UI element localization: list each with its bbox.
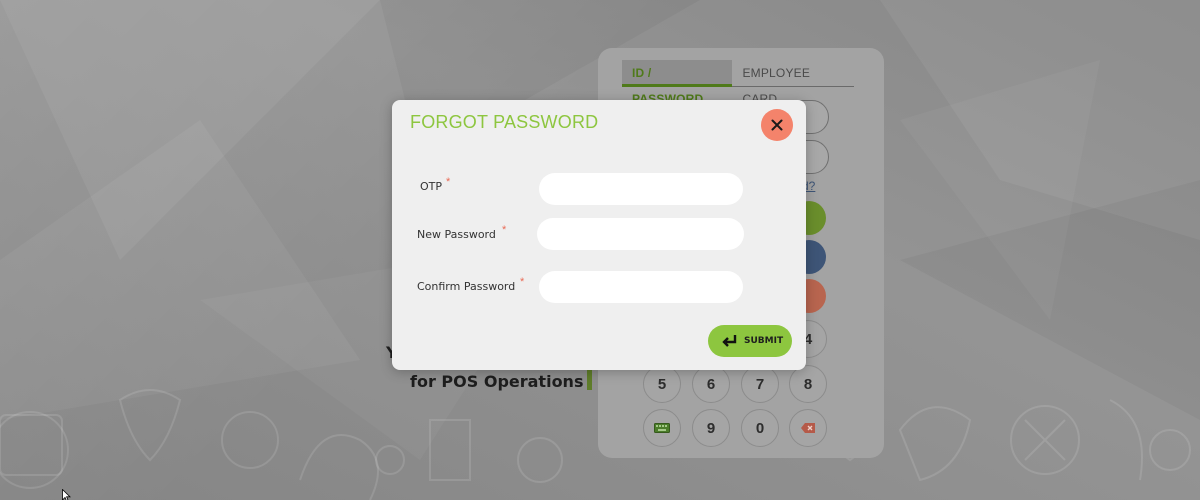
- forgot-password-modal: FORGOT PASSWORD OTP * New Password * Con…: [392, 100, 806, 370]
- mouse-cursor-icon: [62, 489, 71, 500]
- keypad-key-9[interactable]: 9: [692, 409, 730, 447]
- enter-icon: [722, 335, 737, 347]
- side-accent-bar: [587, 370, 592, 390]
- keypad-key-8[interactable]: 8: [789, 365, 827, 403]
- submit-button[interactable]: SUBMIT: [708, 325, 792, 357]
- new-password-input[interactable]: [537, 218, 744, 250]
- otp-label: OTP: [420, 180, 443, 193]
- keypad-keyboard-key[interactable]: [643, 409, 681, 447]
- otp-input[interactable]: [539, 173, 743, 205]
- login-tabs: ID / PASSWORD EMPLOYEE CARD: [622, 60, 854, 106]
- confirm-password-required-mark: *: [520, 276, 525, 288]
- confirm-password-input[interactable]: [539, 271, 743, 303]
- keypad-key-0[interactable]: 0: [741, 409, 779, 447]
- keypad-key-7[interactable]: 7: [741, 365, 779, 403]
- new-password-label: New Password: [417, 228, 496, 241]
- new-password-required-mark: *: [502, 224, 507, 236]
- submit-label: SUBMIT: [744, 336, 784, 346]
- close-button[interactable]: [761, 109, 793, 141]
- side-subheading: for POS Operations: [410, 372, 584, 391]
- keyboard-icon: [654, 423, 670, 433]
- keypad-key-6[interactable]: 6: [692, 365, 730, 403]
- tab-id-password[interactable]: ID / PASSWORD: [622, 60, 733, 106]
- close-icon: [771, 119, 783, 131]
- confirm-password-label: Confirm Password: [417, 280, 516, 293]
- keypad-backspace-key[interactable]: [789, 409, 827, 447]
- modal-title: FORGOT PASSWORD: [410, 112, 599, 132]
- backspace-icon: [801, 423, 815, 433]
- keypad-key-5[interactable]: 5: [643, 365, 681, 403]
- otp-required-mark: *: [446, 176, 451, 188]
- tab-employee-card[interactable]: EMPLOYEE CARD: [732, 60, 854, 106]
